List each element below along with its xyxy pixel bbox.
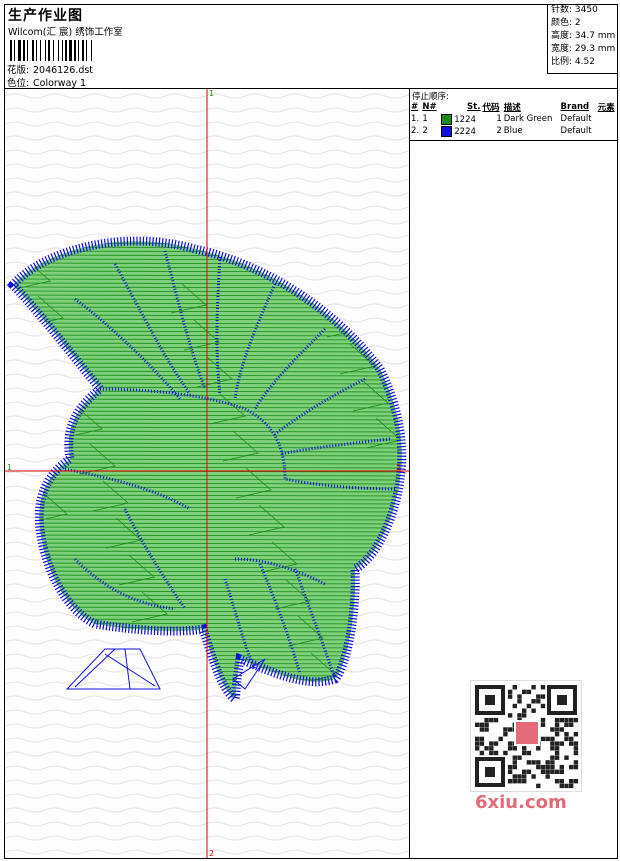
axis-label-left: 1 xyxy=(7,463,12,472)
design-ratio: 比例: 4.52 xyxy=(551,57,595,67)
row-element xyxy=(597,125,618,137)
row-index: 2. xyxy=(411,126,420,136)
colorway-value: Colorway 1 xyxy=(33,78,87,89)
company-name: Wilcom(汇 宸) 绣饰工作室 xyxy=(8,27,123,38)
design-line: 花版: 2046126.dst xyxy=(7,62,93,76)
column-header: Brand xyxy=(560,102,590,112)
column-header: 描述 xyxy=(503,103,521,113)
table-header-row: # N# St. 代码 描述 Brand 元素 xyxy=(410,101,618,113)
header-block: 生产作业图 Wilcom(汇 宸) 绣饰工作室 花版: 2046126.dst 色… xyxy=(4,4,618,89)
row-brand: Default xyxy=(560,126,592,136)
colorway-line: 色位: Colorway 1 xyxy=(7,75,86,89)
table-row: 2. 2 2224 2 Blue Default xyxy=(410,125,618,137)
barcode xyxy=(10,40,92,61)
column-header: N# xyxy=(422,102,437,112)
row-code: 2 xyxy=(496,126,502,136)
qr-code xyxy=(470,680,582,792)
colorway-label: 色位: xyxy=(7,78,30,89)
row-stitches: 1224 xyxy=(440,113,482,125)
design-label: 花版: xyxy=(7,65,30,76)
table-row: 1. 1 1224 1 Dark Green Default xyxy=(410,113,618,125)
column-header: St. xyxy=(467,102,481,112)
color-count: 颜色: 2 xyxy=(551,18,581,28)
column-header: 代码 xyxy=(482,103,500,113)
design-canvas: 1 1 2 2 xyxy=(5,89,409,858)
stop-sequence-title: 停止顺序: xyxy=(412,92,449,102)
row-stitches: 2224 xyxy=(440,125,482,137)
design-height: 高度: 34.7 mm xyxy=(551,31,616,41)
color-swatch xyxy=(440,113,452,125)
column-header: # xyxy=(411,102,419,112)
row-index: 1. xyxy=(411,114,420,124)
column-header: 元素 xyxy=(597,103,615,113)
row-description: Blue xyxy=(503,126,523,136)
row-number: 2 xyxy=(422,126,428,136)
axis-label-top: 1 xyxy=(209,89,214,98)
row-brand: Default xyxy=(560,114,592,124)
page-title: 生产作业图 xyxy=(8,8,83,24)
axis-label-bottom: 2 xyxy=(209,849,214,858)
watermark-text: 6xiu.com xyxy=(475,792,567,813)
row-number: 1 xyxy=(422,114,428,124)
embroidery-drawing: 1 1 2 2 xyxy=(5,89,409,858)
row-element xyxy=(597,113,618,125)
stats-box: 针数: 3450 颜色: 2 高度: 34.7 mm 宽度: 29.3 mm 比… xyxy=(547,4,618,74)
stitch-count: 针数: 3450 xyxy=(551,5,598,15)
axis-label-right: 2 xyxy=(396,463,401,472)
design-width: 宽度: 29.3 mm xyxy=(551,44,616,54)
row-code: 1 xyxy=(496,114,502,124)
row-description: Dark Green xyxy=(503,114,553,124)
color-swatch xyxy=(440,125,452,137)
stop-sequence-table: # N# St. 代码 描述 Brand 元素 1. 1 1224 1 Dark… xyxy=(410,101,618,137)
